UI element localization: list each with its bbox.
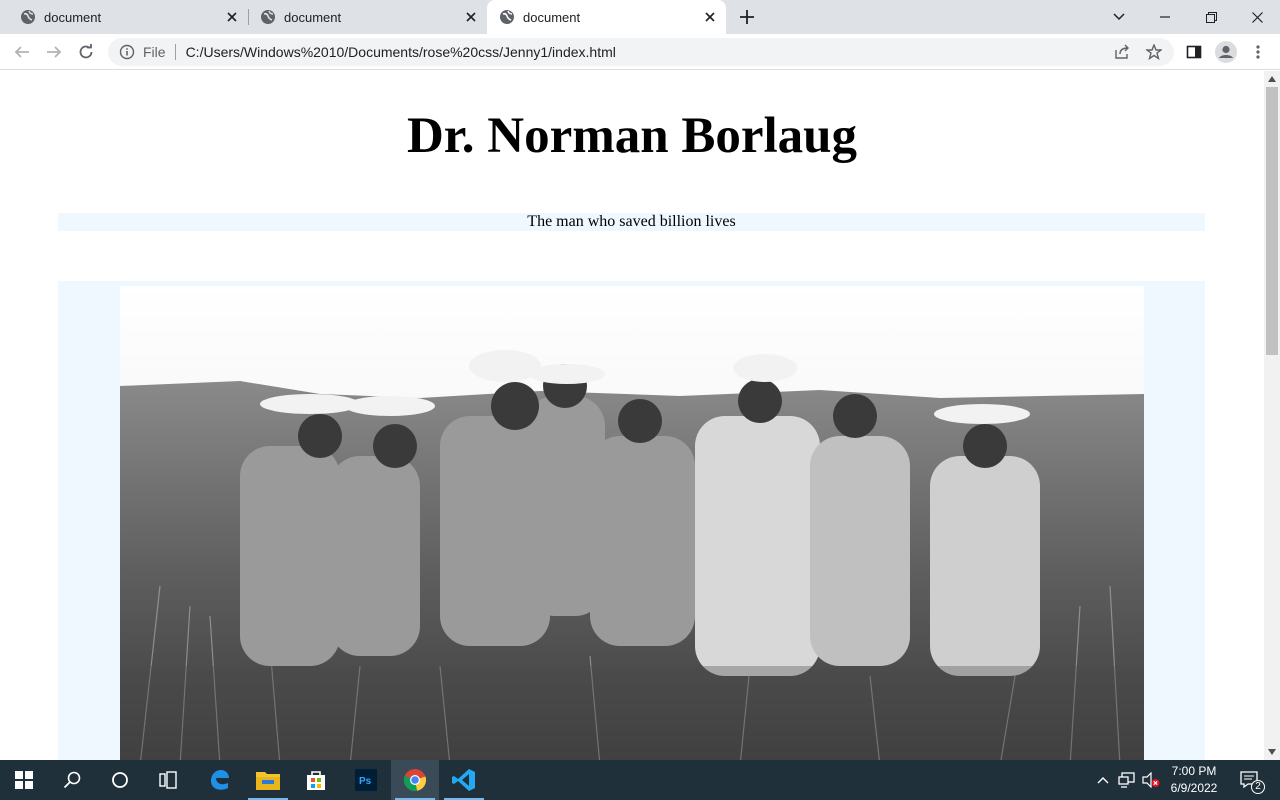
minimize-icon (1160, 16, 1170, 18)
globe-icon (500, 10, 514, 24)
network-button[interactable] (1116, 760, 1138, 800)
avatar-icon (1215, 41, 1237, 63)
browser-toolbar: File C:/Users/Windows%2010/Documents/ros… (0, 34, 1280, 70)
close-tab-icon[interactable] (463, 9, 479, 25)
profile-button[interactable] (1210, 36, 1242, 68)
volume-button[interactable] (1140, 760, 1162, 800)
share-icon (1115, 44, 1129, 59)
omnibox-divider (174, 44, 176, 60)
page-viewport: Dr. Norman Borlaug The man who saved bil… (0, 71, 1264, 760)
scroll-down-arrow[interactable] (1264, 744, 1280, 760)
reload-button[interactable] (70, 36, 102, 68)
globe-icon (21, 10, 35, 24)
triangle-down-icon (1268, 749, 1276, 755)
svg-text:Ps: Ps (359, 776, 372, 787)
clock-date: 6/9/2022 (1170, 781, 1218, 795)
store-bag-icon (307, 771, 325, 790)
close-tab-icon[interactable] (702, 9, 718, 25)
network-icon (1118, 772, 1135, 788)
cortana-button[interactable] (96, 760, 144, 800)
scroll-up-arrow[interactable] (1264, 71, 1280, 87)
tab-document-2[interactable]: document (248, 0, 487, 34)
windows-logo-icon (15, 771, 33, 789)
page-heading: Dr. Norman Borlaug (406, 108, 858, 164)
taskbar-edge[interactable] (196, 760, 244, 800)
info-icon[interactable] (119, 44, 135, 60)
chevron-up-icon (1097, 777, 1109, 784)
file-scheme-label[interactable]: File (143, 44, 166, 60)
field-workers-photo (120, 286, 1144, 760)
close-tab-icon[interactable] (224, 9, 240, 25)
search-icon (63, 771, 81, 789)
task-view-icon (159, 771, 177, 789)
restore-icon (1205, 11, 1217, 23)
photo-container (58, 281, 1205, 760)
minimize-button[interactable] (1142, 0, 1188, 34)
taskbar-chrome[interactable] (391, 760, 439, 800)
task-view-button[interactable] (144, 760, 192, 800)
chrome-icon (403, 769, 427, 792)
volume-muted-icon (1142, 772, 1160, 788)
start-button[interactable] (0, 760, 48, 800)
clock-time: 7:00 PM (1171, 764, 1217, 778)
star-icon (1146, 44, 1162, 60)
show-hidden-icons-button[interactable] (1094, 760, 1112, 800)
side-panel-icon (1186, 45, 1202, 59)
triangle-up-icon (1268, 76, 1276, 82)
taskbar-search-button[interactable] (48, 760, 96, 800)
tab-label: document (44, 9, 102, 25)
page-scrollbar[interactable] (1264, 71, 1280, 760)
wheat-field-photo-image (120, 286, 1144, 760)
cortana-circle-icon (112, 772, 128, 788)
back-button[interactable] (6, 36, 38, 68)
chevron-down-icon (1113, 13, 1125, 21)
arrow-left-icon (14, 46, 29, 58)
taskbar-store[interactable] (292, 760, 340, 800)
folder-icon (256, 772, 280, 790)
action-center-button[interactable]: 2 (1234, 760, 1266, 800)
menu-button[interactable] (1242, 36, 1274, 68)
tab-document-1[interactable]: document (0, 0, 248, 34)
photoshop-icon: Ps (355, 769, 377, 791)
restore-button[interactable] (1188, 0, 1234, 34)
forward-button[interactable] (38, 36, 70, 68)
close-icon (1251, 11, 1263, 23)
taskbar-file-explorer[interactable] (244, 760, 292, 800)
scroll-thumb[interactable] (1266, 87, 1278, 355)
bookmark-button[interactable] (1138, 36, 1170, 68)
tab-label: document (284, 9, 342, 25)
address-bar[interactable]: File C:/Users/Windows%2010/Documents/ros… (108, 38, 1174, 66)
tab-document-3-active[interactable]: document (487, 0, 726, 34)
windows-taskbar: Ps 7:00 PM 6/9/2022 2 (0, 760, 1280, 800)
notification-count-badge: 2 (1251, 780, 1265, 794)
globe-icon (261, 10, 275, 24)
taskbar-vscode[interactable] (440, 760, 488, 800)
close-window-button[interactable] (1234, 0, 1280, 34)
new-tab-button[interactable] (737, 7, 757, 27)
taskbar-clock[interactable]: 7:00 PM 6/9/2022 (1162, 763, 1226, 797)
more-vert-icon (1256, 45, 1260, 59)
page-tagline: The man who saved billion lives (58, 213, 1205, 231)
tab-search-button[interactable] (1096, 0, 1142, 34)
tab-strip: document document document (0, 0, 1280, 34)
arrow-right-icon (47, 46, 62, 58)
url-text[interactable]: C:/Users/Windows%2010/Documents/rose%20c… (186, 44, 616, 60)
tab-label: document (523, 9, 581, 25)
edge-icon (211, 770, 229, 790)
taskbar-photoshop[interactable]: Ps (342, 760, 390, 800)
side-panel-button[interactable] (1178, 36, 1210, 68)
vscode-icon (452, 769, 475, 791)
share-button[interactable] (1106, 36, 1138, 68)
plus-icon (740, 10, 754, 24)
reload-icon (79, 44, 93, 59)
